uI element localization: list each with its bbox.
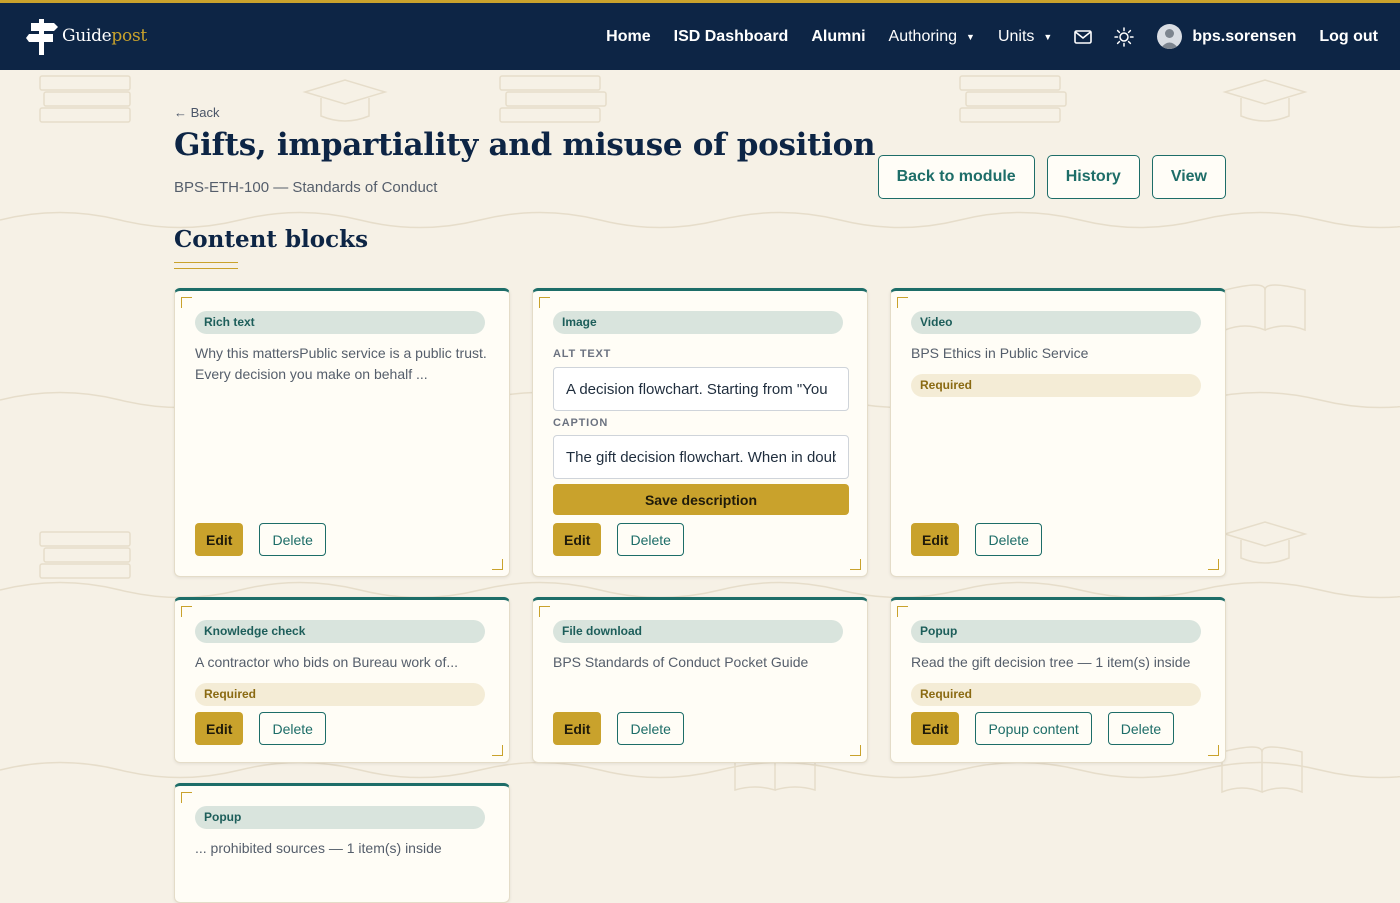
back-to-module-button[interactable]: Back to module <box>877 155 1035 199</box>
history-button[interactable]: History <box>1046 155 1140 199</box>
delete-button[interactable]: Delete <box>259 523 326 556</box>
section-title-underline <box>174 262 238 269</box>
block-description: ... prohibited sources — 1 item(s) insid… <box>195 840 442 856</box>
card-corner-ornament <box>1208 745 1219 756</box>
avatar <box>1157 24 1183 49</box>
required-badge: Required <box>911 683 1201 706</box>
content-block-card: Knowledge check A contractor who bids on… <box>174 597 510 763</box>
delete-button[interactable]: Delete <box>1107 712 1175 745</box>
back-link[interactable]: ← Back <box>174 105 220 120</box>
caption-label: CAPTION <box>553 417 609 429</box>
block-type-badge: File download <box>553 620 843 643</box>
block-type-badge: Image <box>553 311 843 334</box>
card-corner-ornament <box>492 745 503 756</box>
sun-icon <box>1114 26 1135 47</box>
username: bps.sorensen <box>1192 27 1297 45</box>
card-corner-ornament <box>1208 559 1219 570</box>
nav-home[interactable]: Home <box>606 28 650 46</box>
header-actions: Back to module History View <box>877 155 1226 199</box>
brand-logo[interactable]: Guidepost <box>26 17 147 55</box>
block-description: A contractor who bids on Bureau work of.… <box>195 654 459 670</box>
block-actions: Edit Delete <box>911 523 1042 556</box>
nav-logout[interactable]: Log out <box>1319 28 1378 46</box>
caret-down-icon: ▼ <box>1043 31 1053 42</box>
block-description: Read the gift decision tree — 1 item(s) … <box>911 654 1191 670</box>
edit-button[interactable]: Edit <box>553 712 602 745</box>
page-subtitle: BPS-ETH-100 — Standards of Conduct <box>174 179 438 196</box>
required-badge: Required <box>195 683 485 706</box>
block-description: BPS Standards of Conduct Pocket Guide <box>553 654 809 670</box>
card-corner-ornament <box>850 745 861 756</box>
main-nav: Home ISD Dashboard Alumni Authoring ▼ Uni… <box>583 3 1378 70</box>
card-corner-ornament <box>850 559 861 570</box>
card-corner-ornament <box>181 606 192 617</box>
edit-button[interactable]: Edit <box>553 523 602 556</box>
nav-units-label: Units <box>997 27 1035 45</box>
delete-button[interactable]: Delete <box>259 712 326 745</box>
save-description-button[interactable]: Save description <box>553 484 849 515</box>
nav-alumni[interactable]: Alumni <box>811 28 865 46</box>
popup-content-button[interactable]: Popup content <box>975 712 1092 745</box>
block-actions: Edit Delete <box>553 523 684 556</box>
block-type-badge: Video <box>911 311 1201 334</box>
block-type-badge: Popup <box>195 806 485 829</box>
block-type-badge: Popup <box>911 620 1201 643</box>
card-corner-ornament <box>897 297 908 308</box>
signpost-icon <box>26 19 58 55</box>
content-block-card: File download BPS Standards of Conduct P… <box>532 597 868 763</box>
card-corner-ornament <box>492 559 503 570</box>
edit-button[interactable]: Edit <box>911 523 960 556</box>
nav-authoring-dropdown[interactable]: Authoring ▼ <box>889 28 975 46</box>
page-title: Gifts, impartiality and misuse of positi… <box>174 127 876 163</box>
content-block-card: Image ALT TEXT CAPTION Save description … <box>532 288 868 577</box>
edit-button[interactable]: Edit <box>195 712 244 745</box>
delete-button[interactable]: Delete <box>617 712 684 745</box>
edit-button[interactable]: Edit <box>911 712 960 745</box>
nav-units-dropdown[interactable]: Units ▼ <box>998 28 1052 46</box>
content-block-card: Rich text Why this mattersPublic service… <box>174 288 510 577</box>
caption-input[interactable] <box>553 435 849 479</box>
user-menu[interactable]: bps.sorensen <box>1157 24 1296 49</box>
alt-text-label: ALT TEXT <box>553 348 612 360</box>
nav-authoring-label: Authoring <box>888 27 958 45</box>
card-corner-ornament <box>539 297 550 308</box>
block-description: BPS Ethics in Public Service <box>911 345 1089 361</box>
block-type-badge: Rich text <box>195 311 485 334</box>
nav-isd-dashboard[interactable]: ISD Dashboard <box>674 28 789 46</box>
top-navigation-bar: Guidepost Home ISD Dashboard Alumni Auth… <box>0 0 1400 70</box>
alt-text-input[interactable] <box>553 367 849 411</box>
block-description: Why this mattersPublic service is a publ… <box>195 345 487 382</box>
card-corner-ornament <box>897 606 908 617</box>
required-badge: Required <box>911 374 1201 397</box>
block-actions: Edit Delete <box>553 712 684 745</box>
section-title: Content blocks <box>174 226 369 253</box>
caret-down-icon: ▼ <box>966 31 975 42</box>
mail-icon <box>1074 29 1093 44</box>
messages-button[interactable] <box>1074 29 1093 44</box>
brand-name-accent: post <box>111 26 147 46</box>
block-actions: Edit Delete <box>195 712 326 745</box>
content-block-card: Popup Read the gift decision tree — 1 it… <box>890 597 1226 763</box>
edit-button[interactable]: Edit <box>195 523 244 556</box>
card-corner-ornament <box>181 297 192 308</box>
theme-toggle-button[interactable] <box>1114 26 1135 47</box>
card-corner-ornament <box>181 792 192 803</box>
user-icon <box>1160 29 1180 49</box>
block-actions: Edit Delete <box>195 523 326 556</box>
block-actions: Edit Popup content Delete <box>911 712 1175 745</box>
content-block-card: Popup ... prohibited sources — 1 item(s)… <box>174 783 510 903</box>
delete-button[interactable]: Delete <box>975 523 1042 556</box>
block-type-badge: Knowledge check <box>195 620 485 643</box>
delete-button[interactable]: Delete <box>617 523 684 556</box>
view-button[interactable]: View <box>1151 155 1226 199</box>
card-corner-ornament <box>539 606 550 617</box>
content-block-card: Video BPS Ethics in Public Service Requi… <box>890 288 1226 577</box>
brand-name-main: Guide <box>62 26 112 46</box>
